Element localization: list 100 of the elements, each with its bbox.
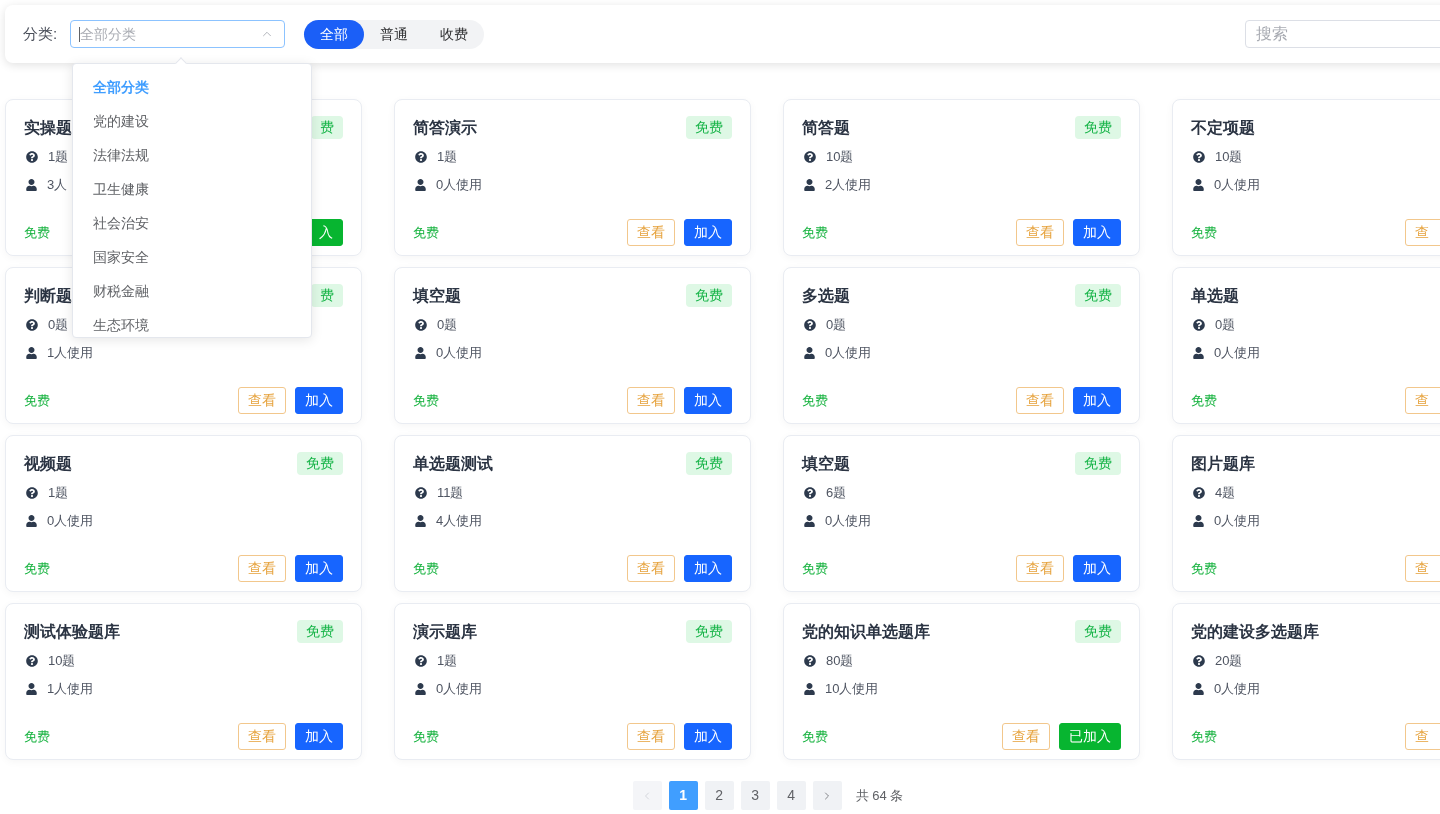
free-tag: 免费 — [686, 284, 732, 307]
join-button[interactable]: 加入 — [684, 387, 732, 414]
price-label: 免费 — [1191, 223, 1217, 242]
join-button[interactable]: 加入 — [684, 555, 732, 582]
card-title: 视频题 — [24, 454, 72, 474]
dropdown-option[interactable]: 财税金融 — [73, 274, 311, 308]
user-icon — [804, 683, 815, 695]
user-icon — [1193, 683, 1204, 695]
join-button[interactable]: 加入 — [684, 723, 732, 750]
price-label: 免费 — [24, 559, 50, 578]
user-count: 0人使用 — [47, 512, 94, 531]
join-button[interactable]: 加入 — [684, 219, 732, 246]
card-title: 实操题 — [24, 118, 72, 138]
dropdown-option[interactable]: 党的建设 — [73, 104, 311, 138]
free-tag: 免费 — [1075, 620, 1121, 643]
card-title: 多选题 — [802, 286, 850, 306]
page-button[interactable]: 4 — [776, 781, 806, 810]
free-tag: 费 — [311, 116, 343, 139]
user-icon — [415, 347, 426, 359]
card-title: 填空题 — [802, 454, 850, 474]
user-icon — [26, 347, 37, 359]
join-button[interactable]: 加入 — [1073, 555, 1121, 582]
question-count: 11题 — [437, 484, 464, 503]
price-label: 免费 — [1191, 727, 1217, 746]
user-icon — [1193, 179, 1204, 191]
user-icon — [804, 515, 815, 527]
category-label: 分类: — [23, 23, 58, 44]
question-count: 4题 — [1215, 484, 1236, 503]
card-title: 图片题库 — [1191, 454, 1255, 474]
user-count: 1人使用 — [47, 680, 94, 699]
card-title: 填空题 — [413, 286, 461, 306]
dropdown-option[interactable]: 社会治安 — [73, 206, 311, 240]
next-page-button[interactable] — [812, 781, 842, 810]
user-icon — [804, 179, 815, 191]
user-count: 0人使用 — [1214, 680, 1261, 699]
total-count: 共 64 条 — [855, 786, 904, 805]
user-count: 0人使用 — [825, 344, 872, 363]
type-tab[interactable]: 收费 — [424, 19, 485, 49]
price-label: 免费 — [802, 223, 828, 242]
dropdown-option[interactable]: 法律法规 — [73, 138, 311, 172]
user-icon — [415, 683, 426, 695]
user-icon — [1193, 515, 1204, 527]
type-tab[interactable]: 普通 — [364, 19, 425, 49]
card-title: 党的建设多选题库 — [1191, 622, 1319, 642]
dropdown-option[interactable]: 国家安全 — [73, 240, 311, 274]
user-icon — [415, 179, 426, 191]
page-button[interactable]: 3 — [740, 781, 770, 810]
user-icon — [26, 515, 37, 527]
question-count: 10题 — [1215, 148, 1243, 167]
price-label: 免费 — [413, 559, 439, 578]
page-button[interactable]: 2 — [704, 781, 734, 810]
card-title: 判断题 — [24, 286, 72, 306]
user-count: 0人使用 — [825, 512, 872, 531]
price-label: 免费 — [1191, 559, 1217, 578]
search-field[interactable]: 搜索 — [1245, 20, 1440, 48]
join-button[interactable]: 加入 — [1073, 219, 1121, 246]
free-tag: 费 — [311, 284, 343, 307]
question-count: 0题 — [437, 316, 458, 335]
question-count: 10题 — [48, 652, 76, 671]
price-label: 免费 — [802, 727, 828, 746]
price-label: 免费 — [802, 391, 828, 410]
free-tag: 免费 — [686, 452, 732, 475]
question-count: 0题 — [826, 316, 847, 335]
free-tag: 免费 — [686, 620, 732, 643]
question-count: 0题 — [1215, 316, 1236, 335]
dropdown-option[interactable]: 卫生健康 — [73, 172, 311, 206]
card-title: 测试体验题库 — [24, 622, 120, 642]
join-button[interactable]: 加入 — [1073, 387, 1121, 414]
user-count: 0人使用 — [436, 680, 483, 699]
free-tag: 免费 — [1075, 116, 1121, 139]
price-label: 免费 — [413, 727, 439, 746]
user-count: 1人使用 — [47, 344, 94, 363]
question-count: 1题 — [48, 148, 69, 167]
user-count: 0人使用 — [1214, 176, 1261, 195]
price-label: 免费 — [802, 559, 828, 578]
join-button[interactable]: 加入 — [295, 387, 343, 414]
user-count: 10人使用 — [825, 680, 879, 699]
card-title: 党的知识单选题库 — [802, 622, 930, 642]
join-button[interactable]: 加入 — [295, 723, 343, 750]
free-tag: 免费 — [1075, 452, 1121, 475]
free-tag: 免费 — [686, 116, 732, 139]
card-title: 简答题 — [802, 118, 850, 138]
joined-button[interactable]: 已加入 — [1059, 723, 1121, 750]
user-count: 0人使用 — [436, 176, 483, 195]
price-label: 免费 — [1191, 391, 1217, 410]
question-count: 10题 — [826, 148, 854, 167]
dropdown-option[interactable]: 生态环境 — [73, 308, 311, 337]
join-button[interactable]: 加入 — [295, 555, 343, 582]
dropdown-option[interactable]: 全部分类 — [73, 70, 311, 104]
user-icon — [26, 683, 37, 695]
question-count: 1题 — [437, 148, 458, 167]
user-count: 0人使用 — [1214, 344, 1261, 363]
page-button[interactable]: 1 — [668, 781, 698, 810]
question-count: 1题 — [437, 652, 458, 671]
price-label: 免费 — [413, 391, 439, 410]
type-tab[interactable]: 全部 — [304, 19, 365, 49]
price-label: 免费 — [413, 223, 439, 242]
user-count: 0人使用 — [1214, 512, 1261, 531]
price-label: 免费 — [24, 391, 50, 410]
price-label: 免费 — [24, 223, 50, 242]
